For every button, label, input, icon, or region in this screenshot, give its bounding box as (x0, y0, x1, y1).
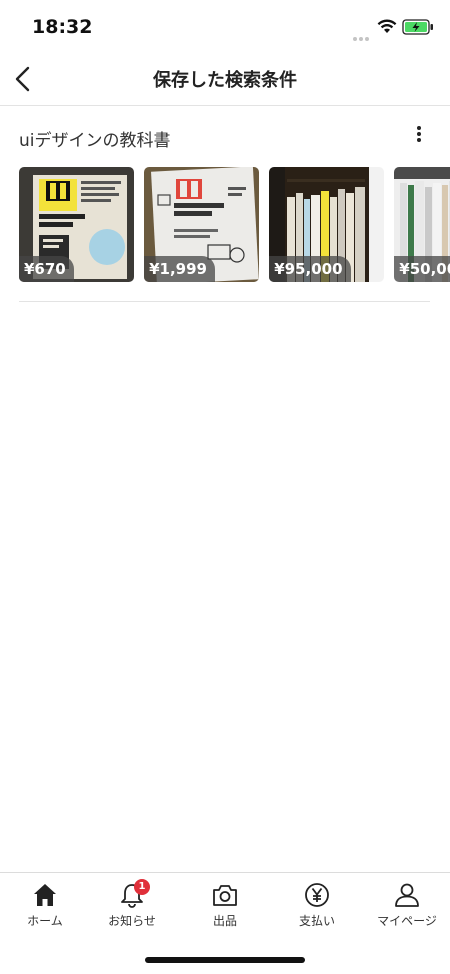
wifi-icon (377, 19, 397, 33)
status-time: 18:32 (32, 16, 93, 38)
home-icon (34, 884, 56, 906)
item-thumbnail[interactable]: ¥1,999 (144, 167, 260, 282)
item-thumbnail-row: ¥670 ¥1,999 ¥95,000 ¥50,0 (19, 167, 450, 283)
status-bar: 18:32 (0, 0, 450, 54)
item-price: ¥670 (19, 256, 74, 282)
item-thumbnail[interactable]: ¥50,000 (394, 167, 450, 282)
camera-icon (213, 885, 237, 906)
yen-icon (305, 883, 329, 907)
battery-icon (402, 19, 433, 35)
tab-mypage[interactable]: マイページ (362, 881, 450, 931)
item-thumbnail[interactable]: ¥670 (19, 167, 134, 282)
item-price: ¥50,000 (394, 256, 450, 282)
tab-label: 支払い (298, 914, 335, 928)
item-price: ¥1,999 (144, 256, 215, 282)
notification-badge: 1 (134, 879, 150, 895)
person-icon (395, 883, 419, 907)
item-thumbnail[interactable]: ¥95,000 (269, 167, 385, 282)
tab-home[interactable]: ホーム (0, 881, 90, 931)
tab-sell[interactable]: 出品 (180, 881, 270, 931)
page-title: 保存した検索条件 (153, 70, 297, 91)
saved-search-title[interactable]: uiデザインの教科書 (19, 126, 171, 151)
tab-label: マイページ (377, 914, 437, 928)
home-indicator (145, 957, 305, 963)
item-price: ¥95,000 (269, 256, 351, 282)
navigation-bar: 保存した検索条件 (0, 54, 450, 106)
tab-label: ホーム (27, 914, 63, 928)
section-divider (19, 301, 430, 302)
more-vertical-icon (417, 126, 421, 130)
tab-label: お知らせ (108, 914, 156, 928)
tab-notifications[interactable]: 1 お知らせ (87, 879, 177, 931)
tab-payment[interactable]: 支払い (272, 881, 362, 931)
saved-search-screen: 18:32 保存した検索条件 uiデザインの教科書 ¥670 ¥1,999 ¥9… (0, 0, 450, 974)
signal-icon (353, 26, 371, 45)
more-options-button[interactable] (408, 124, 430, 148)
tab-label: 出品 (212, 914, 237, 928)
